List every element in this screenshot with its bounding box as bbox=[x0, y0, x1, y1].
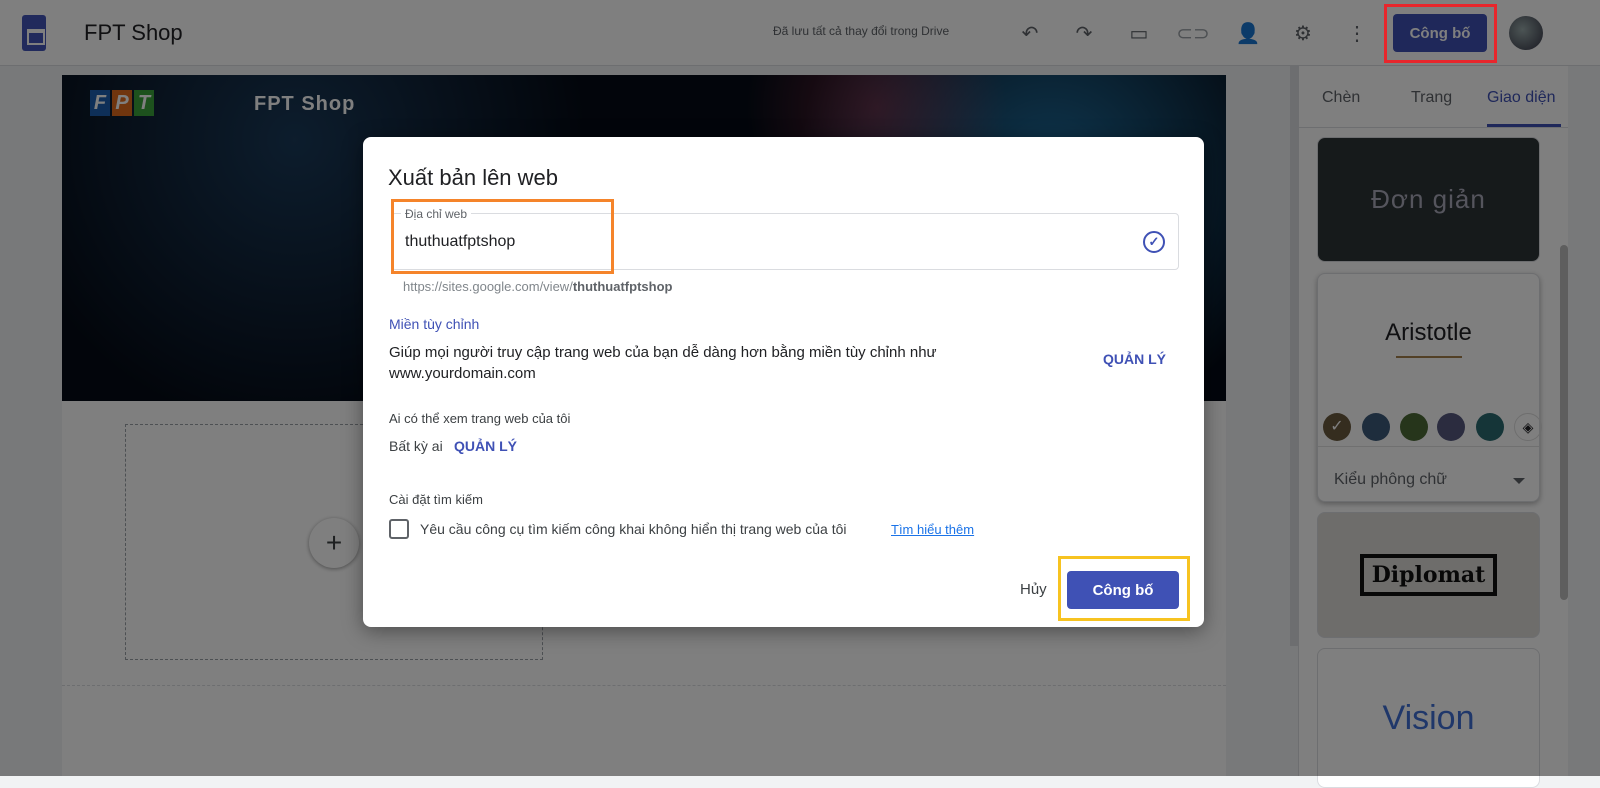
highlight-box-yellow bbox=[1058, 556, 1190, 621]
custom-domain-desc: Giúp mọi người truy cập trang web của bạ… bbox=[389, 344, 937, 382]
cancel-button[interactable]: Hủy bbox=[1020, 581, 1047, 598]
manage-domain-button[interactable]: QUẢN LÝ bbox=[1103, 351, 1166, 367]
highlight-box-orange bbox=[391, 199, 614, 274]
viewers-heading: Ai có thể xem trang web của tôi bbox=[389, 411, 571, 426]
dialog-title: Xuất bản lên web bbox=[388, 165, 559, 190]
highlight-box-red bbox=[1384, 4, 1497, 63]
hide-from-search-checkbox[interactable] bbox=[389, 519, 409, 539]
url-preview: https://sites.google.com/view/thuthuatfp… bbox=[403, 279, 672, 294]
custom-domain-heading: Miền tùy chỉnh bbox=[389, 316, 480, 332]
check-circle-icon: ✓ bbox=[1143, 231, 1165, 253]
search-settings-heading: Cài đặt tìm kiếm bbox=[389, 492, 483, 507]
learn-more-link[interactable]: Tìm hiểu thêm bbox=[891, 522, 974, 537]
url-prefix: https://sites.google.com/view/ bbox=[403, 279, 573, 294]
checkbox-label[interactable]: Yêu cầu công cụ tìm kiếm công khai không… bbox=[420, 521, 846, 537]
url-slug: thuthuatfptshop bbox=[572, 279, 673, 294]
viewers-value: Bất kỳ ai bbox=[389, 438, 443, 454]
manage-viewers-button[interactable]: QUẢN LÝ bbox=[454, 438, 517, 454]
